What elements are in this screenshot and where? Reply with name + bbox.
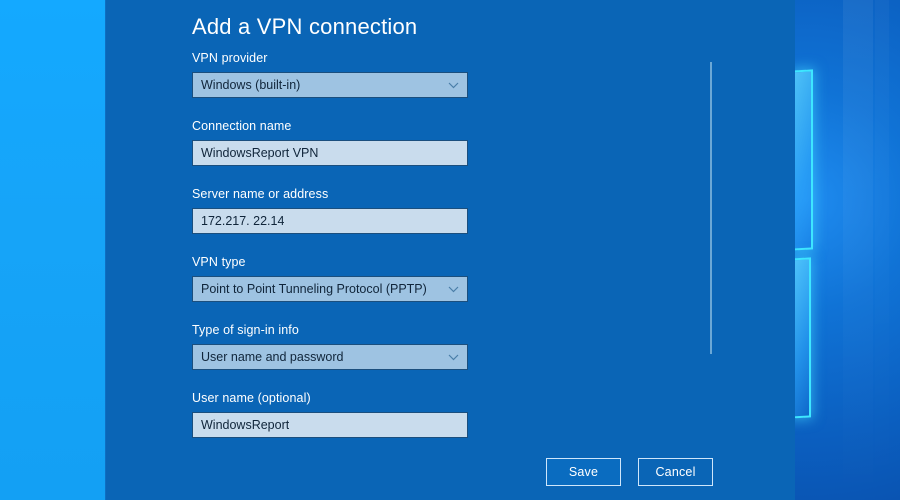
chevron-down-icon <box>447 283 460 296</box>
vpn-provider-dropdown[interactable]: Windows (built-in) <box>192 72 468 98</box>
label-user-name: User name (optional) <box>192 391 311 405</box>
user-name-input[interactable]: WindowsReport <box>192 412 468 438</box>
vertical-scrollbar[interactable] <box>708 58 713 358</box>
label-server-address: Server name or address <box>192 187 329 201</box>
field-group-vpn-provider: VPN provider Windows (built-in) <box>192 50 468 98</box>
add-vpn-connection-dialog: Add a VPN connection VPN provider Window… <box>105 0 795 500</box>
signin-type-dropdown[interactable]: User name and password <box>192 344 468 370</box>
field-group-vpn-type: VPN type Point to Point Tunneling Protoc… <box>192 254 468 302</box>
user-name-value: WindowsReport <box>201 418 290 432</box>
windows-logo-pane-icon <box>795 257 811 419</box>
server-address-input[interactable]: 172.217. 22.14 <box>192 208 468 234</box>
page-title: Add a VPN connection <box>192 14 418 39</box>
wallpaper-right-panel <box>795 0 900 500</box>
label-connection-name: Connection name <box>192 119 292 133</box>
connection-name-value: WindowsReport VPN <box>201 146 319 160</box>
chevron-down-icon <box>447 351 460 364</box>
windows-logo-pane-icon <box>795 69 813 251</box>
cancel-button[interactable]: Cancel <box>638 458 713 486</box>
connection-name-input[interactable]: WindowsReport VPN <box>192 140 468 166</box>
save-button[interactable]: Save <box>546 458 621 486</box>
dialog-footer: Save Cancel <box>106 454 795 500</box>
field-group-user-name: User name (optional) WindowsReport <box>192 390 468 438</box>
dialog-content-area: Add a VPN connection VPN provider Window… <box>106 0 795 455</box>
label-signin-type: Type of sign-in info <box>192 323 299 337</box>
vpn-type-dropdown[interactable]: Point to Point Tunneling Protocol (PPTP) <box>192 276 468 302</box>
server-address-value: 172.217. 22.14 <box>201 214 285 228</box>
label-vpn-provider: VPN provider <box>192 51 268 65</box>
vpn-provider-value: Windows (built-in) <box>201 78 301 92</box>
wallpaper-light-streak <box>843 0 873 500</box>
scrollbar-thumb[interactable] <box>710 62 712 354</box>
label-vpn-type: VPN type <box>192 255 246 269</box>
wallpaper-light-streak <box>875 0 889 500</box>
vpn-type-value: Point to Point Tunneling Protocol (PPTP) <box>201 282 427 296</box>
signin-type-value: User name and password <box>201 350 344 364</box>
wallpaper-left-panel <box>0 0 105 500</box>
field-group-server-address: Server name or address 172.217. 22.14 <box>192 186 468 234</box>
field-group-connection-name: Connection name WindowsReport VPN <box>192 118 468 166</box>
field-group-signin-type: Type of sign-in info User name and passw… <box>192 322 468 370</box>
chevron-down-icon <box>447 79 460 92</box>
